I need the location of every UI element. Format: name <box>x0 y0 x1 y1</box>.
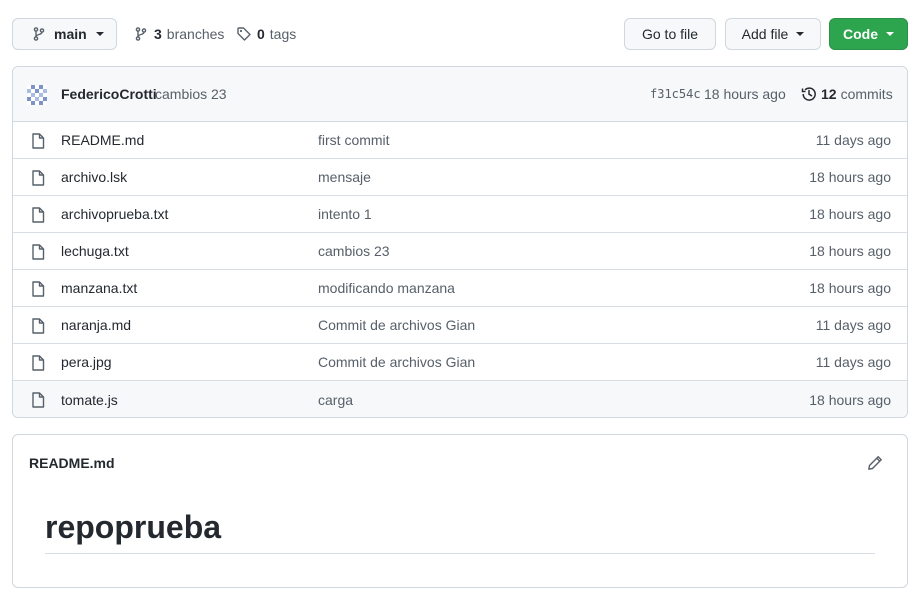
commit-time: 18 hours ago <box>704 86 786 102</box>
file-commit-time: 11 days ago <box>815 317 891 333</box>
file-name[interactable]: archivo.lsk <box>61 169 127 185</box>
branch-name: main <box>54 26 87 42</box>
commit-sha[interactable]: f31c54c <box>650 87 701 101</box>
file-row[interactable]: manzana.txt modificando manzana 18 hours a… <box>13 270 907 307</box>
history-icon <box>801 86 817 102</box>
file-row[interactable]: lechuga.txt cambios 23 18 hours ago <box>13 233 907 270</box>
repo-toolbar: main 3 branches 0 tags Go to file Add fi… <box>12 18 908 50</box>
caret-down-icon <box>886 32 894 36</box>
file-row[interactable]: tomate.js carga 18 hours ago <box>13 381 907 417</box>
file-commit-message[interactable]: cambios 23 <box>318 243 390 259</box>
file-commit-time: 11 days ago <box>815 132 891 148</box>
file-name[interactable]: manzana.txt <box>61 280 137 296</box>
file-row[interactable]: pera.jpg Commit de archivos Gian 11 days a… <box>13 344 907 381</box>
file-commit-message[interactable]: intento 1 <box>318 206 372 222</box>
add-file-label: Add file <box>741 26 789 42</box>
pencil-icon[interactable] <box>867 455 883 471</box>
file-row[interactable]: README.md first commit 11 days ago <box>13 122 907 159</box>
tags-link[interactable]: 0 tags <box>236 18 296 50</box>
file-icon <box>31 355 45 371</box>
commits-label: commits <box>840 86 893 102</box>
file-row[interactable]: archivo.lsk mensaje 18 hours ago <box>13 159 907 196</box>
file-commit-message[interactable]: Commit de archivos Gian <box>318 354 475 370</box>
file-commit-message[interactable]: mensaje <box>318 169 371 185</box>
readme-title[interactable]: README.md <box>29 455 115 471</box>
commits-count: 12 <box>821 86 837 102</box>
file-name[interactable]: lechuga.txt <box>61 243 129 259</box>
file-commit-message[interactable]: Commit de archivos Gian <box>318 317 475 333</box>
file-commit-time: 18 hours ago <box>809 243 891 259</box>
readme-heading: repoprueba <box>45 507 875 554</box>
file-browser: FedericoCrotti cambios 23 f31c54c 18 hou… <box>12 66 908 418</box>
file-name[interactable]: README.md <box>61 132 144 148</box>
add-file-button[interactable]: Add file <box>725 18 821 50</box>
code-label: Code <box>843 26 878 42</box>
file-icon <box>31 244 45 260</box>
file-name[interactable]: tomate.js <box>61 392 118 408</box>
readme-panel: README.md repoprueba <box>12 434 908 588</box>
file-name[interactable]: archivoprueba.txt <box>61 206 168 222</box>
branches-count: 3 <box>154 26 162 42</box>
file-commit-time: 11 days ago <box>815 354 891 370</box>
tags-label: tags <box>269 26 297 42</box>
file-name[interactable]: pera.jpg <box>61 354 112 370</box>
branch-select-button[interactable]: main <box>12 18 117 50</box>
file-icon <box>31 318 45 334</box>
file-icon <box>31 133 45 149</box>
file-icon <box>31 170 45 186</box>
file-commit-time: 18 hours ago <box>809 169 891 185</box>
file-commit-message[interactable]: first commit <box>318 132 390 148</box>
file-row[interactable]: naranja.md Commit de archivos Gian 11 days… <box>13 307 907 344</box>
go-to-file-button[interactable]: Go to file <box>624 18 716 50</box>
commits-link[interactable]: 12 commits <box>801 86 893 102</box>
file-icon <box>31 207 45 223</box>
git-branch-icon <box>133 26 149 42</box>
file-name[interactable]: naranja.md <box>61 317 131 333</box>
tag-icon <box>236 26 252 42</box>
file-commit-time: 18 hours ago <box>809 280 891 296</box>
caret-down-icon <box>796 32 805 36</box>
latest-commit-bar: FedericoCrotti cambios 23 f31c54c 18 hou… <box>13 67 907 122</box>
branches-label: branches <box>166 26 225 42</box>
file-list: README.md first commit 11 days ago archivo.… <box>13 122 907 417</box>
file-commit-time: 18 hours ago <box>809 206 891 222</box>
tags-count: 0 <box>257 26 265 42</box>
commit-message[interactable]: cambios 23 <box>155 86 227 102</box>
file-icon <box>31 392 45 408</box>
file-commit-time: 18 hours ago <box>809 391 891 408</box>
git-branch-icon <box>31 26 47 42</box>
file-commit-message[interactable]: modificando manzana <box>318 280 455 296</box>
avatar[interactable] <box>27 85 47 105</box>
commit-author[interactable]: FedericoCrotti <box>61 86 157 102</box>
caret-down-icon <box>95 32 104 36</box>
file-row[interactable]: archivoprueba.txt intento 1 18 hours ago <box>13 196 907 233</box>
file-icon <box>31 281 45 297</box>
code-button[interactable]: Code <box>829 18 908 50</box>
branches-link[interactable]: 3 branches <box>133 18 224 50</box>
file-commit-message[interactable]: carga <box>318 392 353 408</box>
